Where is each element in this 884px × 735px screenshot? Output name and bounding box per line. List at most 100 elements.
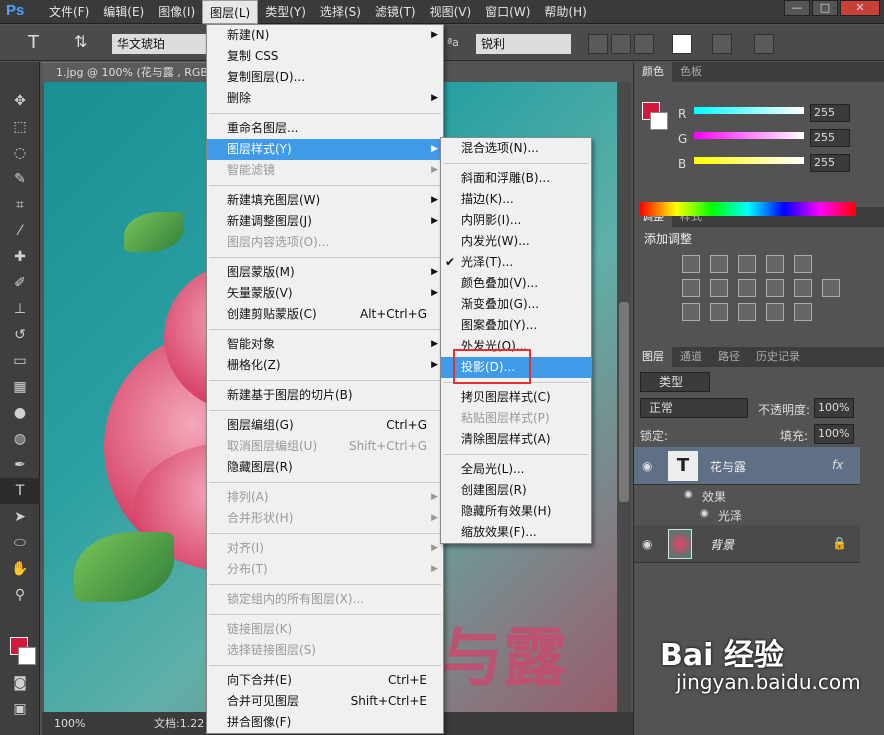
menu-item[interactable]: 隐藏图层(R) — [207, 457, 443, 478]
threshold-icon[interactable] — [738, 303, 756, 321]
text-orientation-icon[interactable]: ⇅ — [74, 32, 87, 51]
layer-kind-filter[interactable]: 类型 — [640, 372, 710, 392]
quick-mask-icon[interactable]: ◙ — [0, 670, 40, 696]
menu-3[interactable]: 图像(I) — [151, 0, 202, 24]
menu-item[interactable]: 图层编组(G) Ctrl+G — [207, 415, 443, 436]
hand-tool-icon[interactable]: ✋ — [0, 556, 40, 582]
brush-tool-icon[interactable]: ✐ — [0, 270, 40, 296]
menu-8[interactable]: 视图(V) — [423, 0, 479, 24]
menu-item[interactable]: 矢量蒙版(V) ▶ — [207, 283, 443, 304]
menu-item[interactable]: 合并可见图层 Shift+Ctrl+E — [207, 691, 443, 712]
type-tool-icon[interactable]: T — [0, 478, 40, 504]
channel-slider[interactable] — [694, 157, 804, 164]
menu-item[interactable]: 图案叠加(Y)... — [441, 315, 591, 336]
blend-mode-select[interactable]: 正常 — [640, 398, 748, 418]
menu-1[interactable]: 文件(F) — [42, 0, 96, 24]
align-right-icon[interactable] — [634, 34, 654, 54]
history-brush-icon[interactable]: ↺ — [0, 322, 40, 348]
hue-icon[interactable] — [682, 279, 700, 297]
align-left-icon[interactable] — [588, 34, 608, 54]
menu-item[interactable]: 清除图层样式(A) — [441, 429, 591, 450]
tab-swatches[interactable]: 色板 — [672, 62, 710, 82]
document-tab[interactable]: 1.jpg @ 100% (花与露 , RGB — [42, 62, 212, 82]
curves-icon[interactable] — [738, 255, 756, 273]
effect-row-satin[interactable]: ◉ 光泽 — [634, 505, 860, 525]
photo-filter-icon[interactable] — [766, 279, 784, 297]
stamp-tool-icon[interactable]: ⊥ — [0, 296, 40, 322]
channel-slider[interactable] — [694, 107, 804, 114]
menu-item[interactable]: 内阴影(I)... — [441, 210, 591, 231]
menu-item[interactable]: 新建(N) ▶ — [207, 25, 443, 46]
visibility-eye-icon[interactable]: ◉ — [700, 508, 709, 519]
menu-item[interactable]: 拷贝图层样式(C) — [441, 387, 591, 408]
menu-item[interactable]: 新建调整图层(J) ▶ — [207, 211, 443, 232]
menu-item[interactable]: 粘贴图层样式(P) — [441, 408, 591, 429]
menu-item[interactable]: 图层样式(Y) ▶ — [207, 139, 443, 160]
channel-value-input[interactable]: 255 — [810, 154, 850, 172]
menu-item[interactable]: 锁定组内的所有图层(X)... — [207, 589, 443, 610]
maximize-icon[interactable]: □ — [812, 0, 838, 16]
gradient-map-icon[interactable] — [794, 303, 812, 321]
menu-item[interactable]: 复制 CSS — [207, 46, 443, 67]
menu-item[interactable]: 斜面和浮雕(B)... — [441, 168, 591, 189]
menu-6[interactable]: 选择(S) — [313, 0, 368, 24]
antialias-select[interactable]: 锐利 — [476, 34, 571, 54]
minimize-icon[interactable]: — — [784, 0, 810, 16]
quick-select-tool-icon[interactable]: ✎ — [0, 166, 40, 192]
bw-icon[interactable] — [738, 279, 756, 297]
vertical-scrollbar[interactable] — [617, 82, 631, 712]
eyedropper-tool-icon[interactable]: ⁄ — [0, 218, 40, 244]
menu-item[interactable]: 智能对象 ▶ — [207, 334, 443, 355]
tab-paths[interactable]: 路径 — [710, 347, 748, 367]
balance-icon[interactable] — [710, 279, 728, 297]
exposure-icon[interactable] — [766, 255, 784, 273]
posterize-icon[interactable] — [710, 303, 728, 321]
menu-5[interactable]: 类型(Y) — [258, 0, 313, 24]
fill-input[interactable]: 100% — [814, 424, 854, 444]
channel-value-input[interactable]: 255 — [810, 104, 850, 122]
menu-item[interactable]: 图层内容选项(O)... — [207, 232, 443, 253]
menu-item[interactable]: 颜色叠加(V)... — [441, 273, 591, 294]
layer-name[interactable]: 背景 — [710, 536, 734, 553]
visibility-eye-icon[interactable]: ◉ — [642, 537, 652, 551]
blur-tool-icon[interactable]: ● — [0, 400, 40, 426]
menu-4[interactable]: 图层(L) — [202, 0, 259, 24]
menu-9[interactable]: 窗口(W) — [478, 0, 537, 24]
menu-7[interactable]: 滤镜(T) — [368, 0, 423, 24]
ellipse-tool-icon[interactable]: ⬭ — [0, 530, 40, 556]
menu-item[interactable]: 栅格化(Z) ▶ — [207, 355, 443, 376]
menu-item[interactable]: 分布(T) ▶ — [207, 559, 443, 580]
screen-mode-icon[interactable]: ▣ — [0, 696, 40, 722]
channel-mixer-icon[interactable] — [794, 279, 812, 297]
tab-history[interactable]: 历史记录 — [748, 347, 808, 367]
menu-item[interactable]: 创建剪贴蒙版(C) Alt+Ctrl+G — [207, 304, 443, 325]
brightness-icon[interactable] — [682, 255, 700, 273]
menu-item[interactable]: 创建图层(R) — [441, 480, 591, 501]
menu-item[interactable]: 智能滤镜 ▶ — [207, 160, 443, 181]
menu-item[interactable]: 链接图层(K) — [207, 619, 443, 640]
dodge-tool-icon[interactable]: ◍ — [0, 426, 40, 452]
menu-item[interactable]: 复制图层(D)... — [207, 67, 443, 88]
vibrance-icon[interactable] — [794, 255, 812, 273]
layer-row-background[interactable]: ◉ 背景 🔒 — [634, 525, 860, 563]
gradient-tool-icon[interactable]: ▦ — [0, 374, 40, 400]
menu-item[interactable]: 重命名图层... — [207, 118, 443, 139]
layer-name[interactable]: 花与露 — [710, 458, 746, 475]
menu-item[interactable]: 隐藏所有效果(H) — [441, 501, 591, 522]
channel-slider[interactable] — [694, 132, 804, 139]
background-color-swatch[interactable] — [18, 647, 36, 665]
menu-item[interactable]: 新建基于图层的切片(B) — [207, 385, 443, 406]
menu-item[interactable]: 内发光(W)... — [441, 231, 591, 252]
menu-item[interactable]: 渐变叠加(G)... — [441, 294, 591, 315]
opacity-input[interactable]: 100% — [814, 398, 854, 418]
selective-color-icon[interactable] — [766, 303, 784, 321]
crop-tool-icon[interactable]: ⌗ — [0, 192, 40, 218]
menu-item[interactable]: 选择链接图层(S) — [207, 640, 443, 661]
pen-tool-icon[interactable]: ✒ — [0, 452, 40, 478]
layer-row-text[interactable]: ◉ T 花与露 fx — [634, 447, 860, 485]
healing-tool-icon[interactable]: ✚ — [0, 244, 40, 270]
visibility-eye-icon[interactable]: ◉ — [684, 489, 693, 500]
menu-item[interactable]: 合并形状(H) ▶ — [207, 508, 443, 529]
warp-text-icon[interactable] — [712, 34, 732, 54]
move-tool-icon[interactable]: ✥ — [0, 88, 40, 114]
